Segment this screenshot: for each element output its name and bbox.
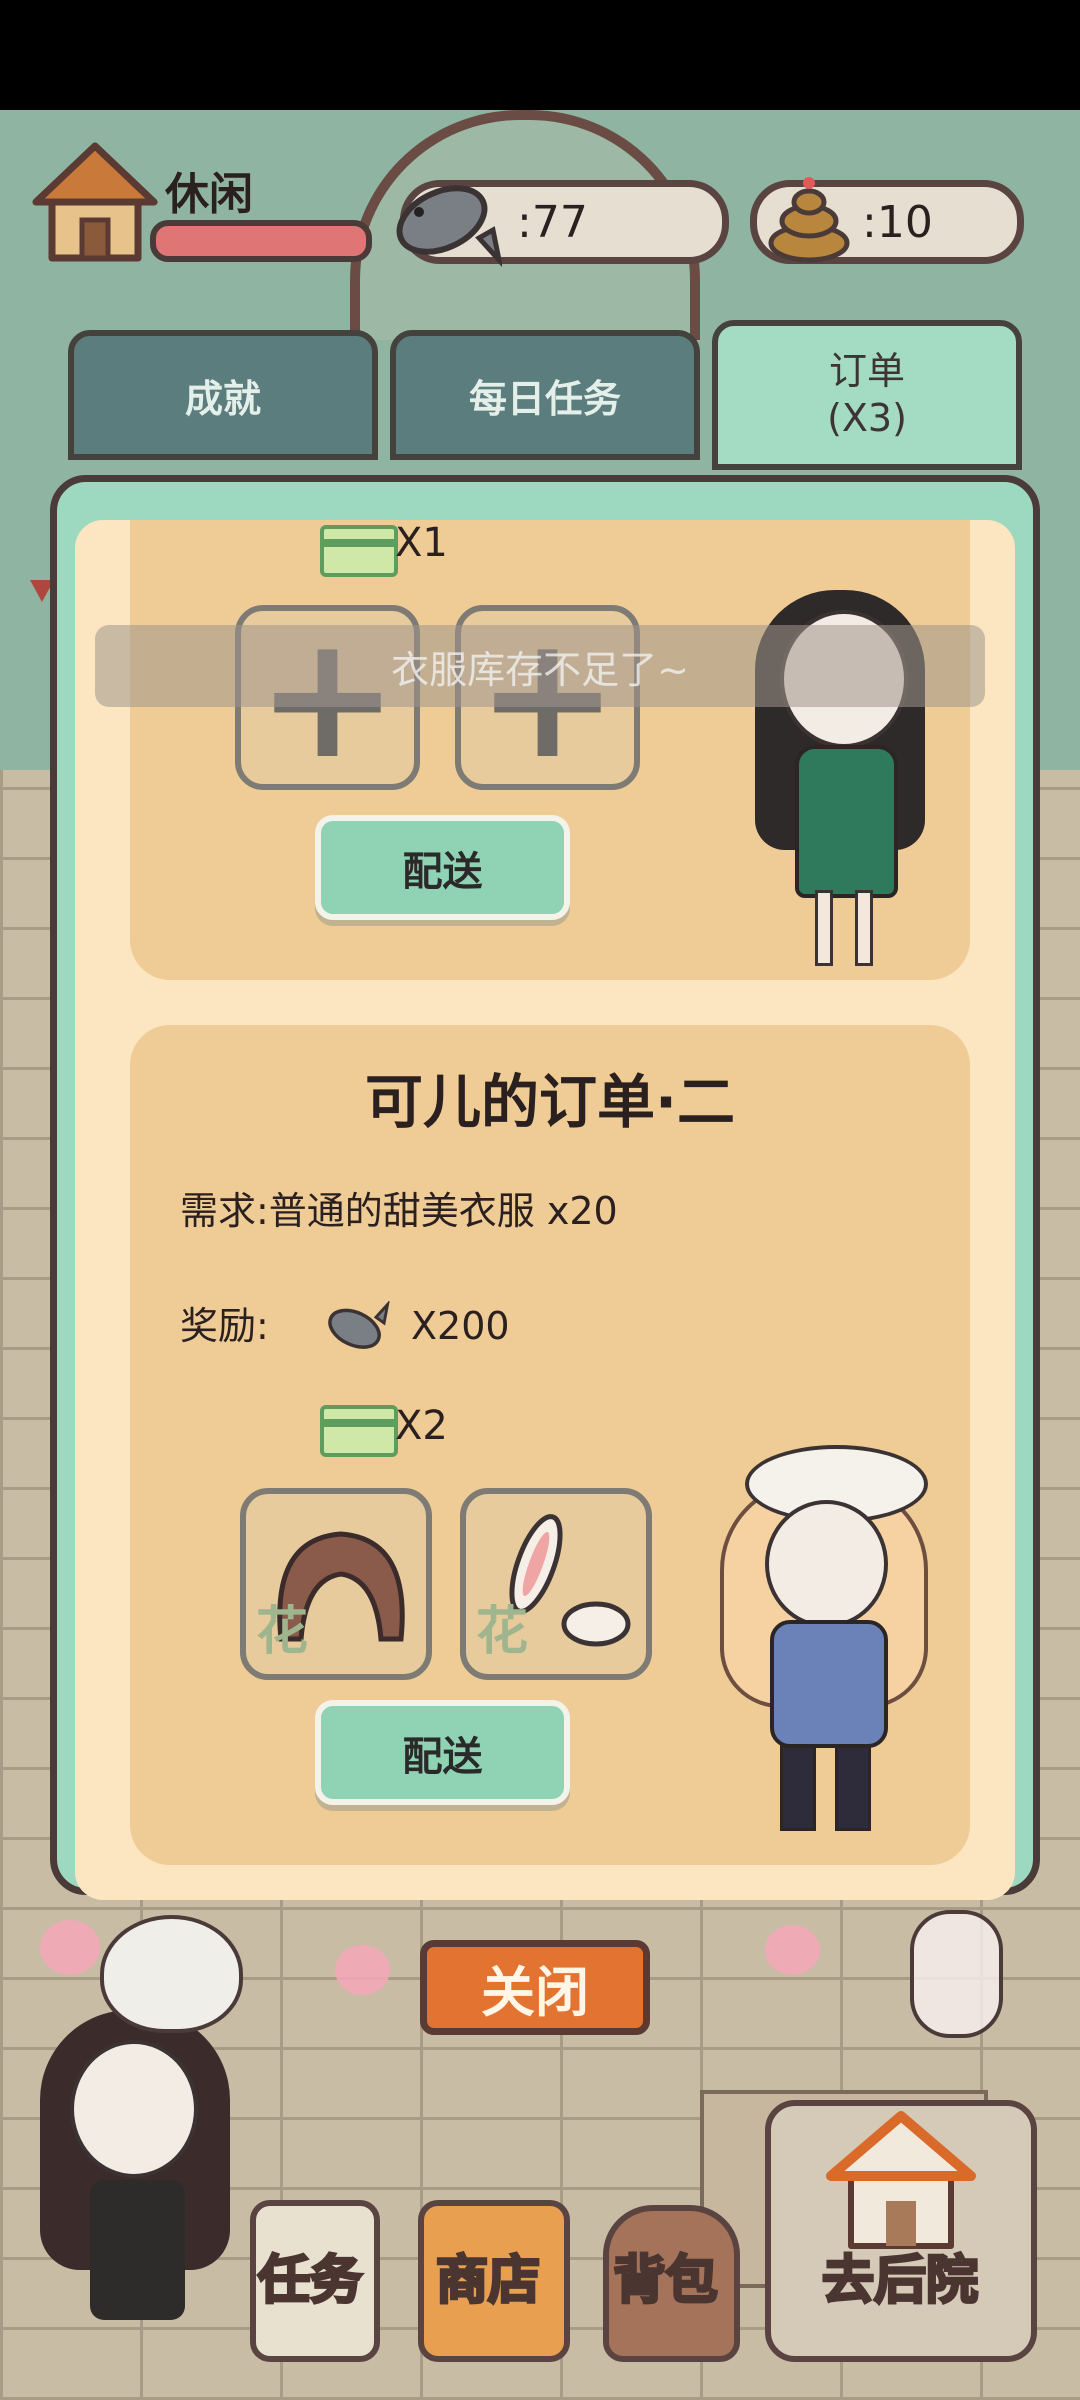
deliver-button-1[interactable]: 配送 [315,815,570,920]
reward-label: 奖励: [180,1304,269,1348]
nav-tasks[interactable]: 任务 [250,2210,370,2340]
order-title: 可儿的订单·二 [364,1068,736,1136]
potion-bottle-icon[interactable] [910,1910,1003,2038]
order-requirement: 需求:普通的甜美衣服 x20 [180,1189,618,1233]
toast-message: 衣服库存不足了~ [95,625,985,707]
tab-orders-label: 订单 [828,348,905,393]
cat-mascot-icon [100,1915,243,2033]
paw-decoration [765,1925,820,1975]
status-label: 休闲 [165,169,253,220]
item-slot-ears[interactable]: 花 [460,1488,652,1680]
shopkeeper-apron [90,2180,185,2320]
tab-orders-count: (X3) [827,396,907,440]
slot-tag: 花 [476,1602,529,1662]
shopkeeper-face [70,2040,198,2178]
customer-2-leg [780,1745,816,1831]
poop-currency: :10 [750,177,1024,264]
fish-currency: :77 [396,180,729,267]
house-icon[interactable] [30,140,160,265]
poop-count: :10 [862,197,933,248]
fish-icon [328,1299,390,1349]
fish-count: :77 [517,197,588,248]
customer-1-leg [855,890,873,966]
poop-icon [768,177,850,263]
nav-shop[interactable]: 商店 [418,2210,558,2340]
mood-bar [150,220,372,262]
customer-1-dress [795,745,898,898]
customer-2-sailor-top [770,1620,888,1748]
customer-2-leg [835,1745,871,1831]
ticket-quantity: X1 [395,520,448,566]
tab-daily-tasks[interactable]: 每日任务 [390,330,700,460]
tab-achievements[interactable]: 成就 [68,330,378,460]
order-card-1: X1 + + 配送 [130,520,970,980]
ticket-icon [320,1405,398,1457]
close-button[interactable]: 关闭 [420,1940,650,2035]
tab-orders[interactable]: 订单 (X3) [712,320,1022,470]
ticket-icon [320,525,398,577]
item-slot-hair[interactable]: 花 [240,1488,432,1680]
reward-quantity: X200 [411,1304,510,1348]
deliver-button-2[interactable]: 配送 [315,1700,570,1805]
ticket-quantity: X2 [395,1403,448,1449]
nav-bag[interactable]: 背包 [603,2210,728,2340]
customer-1-leg [815,890,833,966]
order-reward: 奖励: X200 [180,1295,510,1356]
paw-decoration [40,1920,100,1975]
paw-decoration [335,1945,390,1995]
slot-tag: 花 [256,1602,309,1662]
fish-icon [396,185,502,267]
nav-backyard[interactable]: 去后院 [760,2210,1040,2340]
customer-2-face [765,1500,888,1628]
